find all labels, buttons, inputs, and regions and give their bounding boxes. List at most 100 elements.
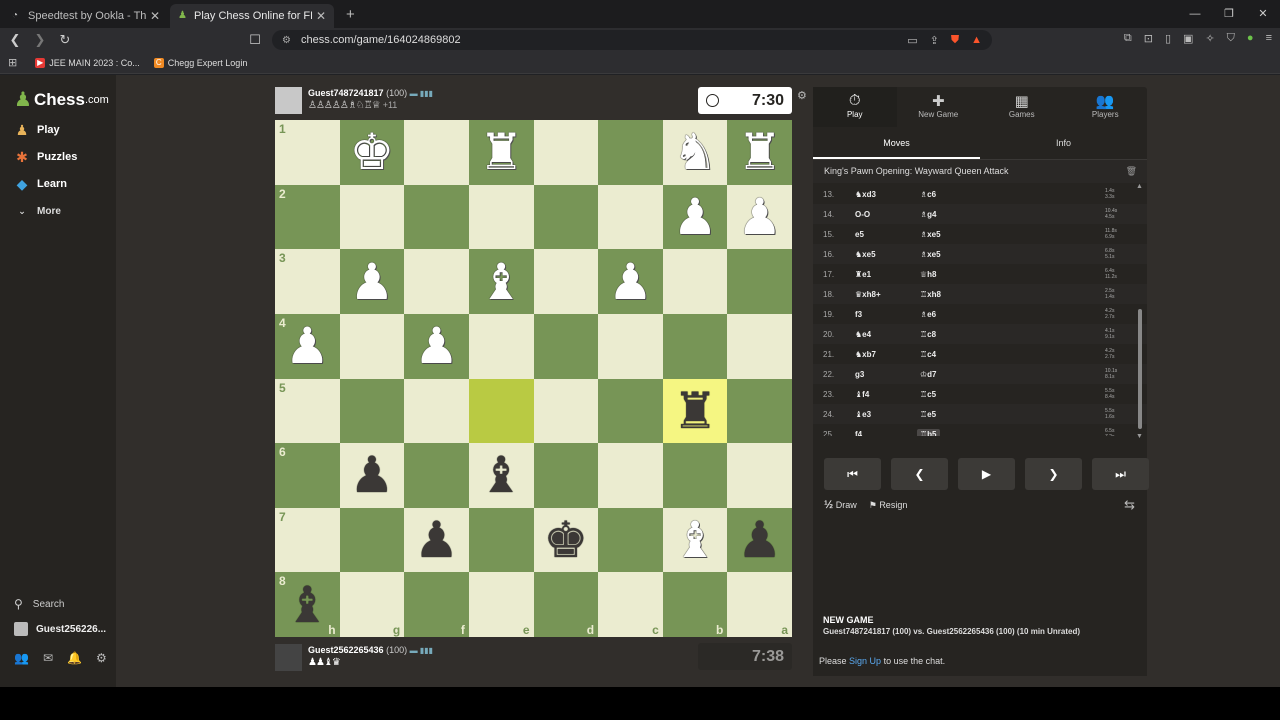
square[interactable]: [468, 313, 534, 379]
square[interactable]: [662, 443, 728, 508]
square[interactable]: [533, 120, 599, 185]
square[interactable]: ♚: [339, 120, 405, 185]
notifications-icon[interactable]: 🔔: [67, 651, 82, 665]
scrollbar-thumb[interactable]: [1138, 309, 1142, 429]
board-settings-icon[interactable]: ⚙: [797, 89, 807, 102]
browser-tab-speedtest[interactable]: ◔ Speedtest by Ookla - The Global Broa ✕: [4, 4, 168, 28]
white-move[interactable]: ♜e1: [855, 270, 871, 279]
bottom-player-name[interactable]: Guest2562265436 (100) ▬ ▮▮▮: [308, 645, 433, 655]
square[interactable]: [598, 507, 663, 573]
avatar[interactable]: [275, 87, 302, 114]
top-player-name[interactable]: Guest7487241817 (100) ▬ ▮▮▮: [308, 88, 433, 98]
black-pawn-icon[interactable]: ♟: [350, 450, 395, 500]
reload-icon[interactable]: ↻: [55, 32, 75, 48]
square[interactable]: [662, 249, 728, 314]
friends-icon[interactable]: 👥: [14, 651, 29, 665]
chess-logo[interactable]: ♟ Chess .com: [14, 87, 109, 112]
subtab-moves[interactable]: Moves: [813, 127, 980, 159]
menu-icon[interactable]: ≡: [1266, 32, 1272, 45]
tab-players[interactable]: 👥 Players: [1064, 87, 1148, 127]
square[interactable]: [339, 184, 405, 250]
white-rook-icon[interactable]: ♜: [737, 127, 782, 177]
square[interactable]: [727, 313, 792, 379]
nav-learn[interactable]: ◆ Learn: [14, 176, 67, 192]
square[interactable]: ♟: [662, 184, 728, 250]
white-pawn-icon[interactable]: ♟: [737, 192, 782, 242]
square[interactable]: [468, 184, 534, 250]
draw-button[interactable]: ½ Draw: [824, 499, 857, 511]
leo-icon[interactable]: ✧: [1205, 32, 1214, 45]
vpn-icon[interactable]: ⛉: [1227, 32, 1235, 45]
profile-icon[interactable]: ●: [1247, 32, 1254, 45]
white-pawn-icon[interactable]: ♟: [608, 257, 653, 307]
scroll-up-icon[interactable]: ▲: [1136, 183, 1143, 190]
white-move[interactable]: ♞xb7: [855, 350, 876, 359]
square[interactable]: [339, 507, 405, 573]
white-move[interactable]: ♞xe5: [855, 250, 876, 259]
new-tab-button[interactable]: +: [336, 4, 365, 28]
play-button[interactable]: ▶: [958, 458, 1015, 490]
square[interactable]: [468, 378, 534, 444]
restore-icon[interactable]: ❐: [1212, 0, 1246, 28]
avatar[interactable]: [275, 644, 302, 671]
square[interactable]: 5: [275, 378, 340, 444]
white-move[interactable]: f3: [855, 310, 862, 319]
black-bishop-icon[interactable]: ♝: [285, 580, 330, 630]
square[interactable]: e: [468, 572, 534, 637]
cast-icon[interactable]: ▭: [907, 34, 917, 47]
white-move[interactable]: O-O: [855, 210, 870, 219]
screenshot-icon[interactable]: ⊡: [1144, 32, 1153, 45]
black-move[interactable]: ♕h8: [920, 270, 937, 279]
nav-play[interactable]: ♟ Play: [14, 122, 60, 138]
square[interactable]: ♜: [727, 120, 792, 185]
square[interactable]: [404, 184, 469, 250]
black-move[interactable]: ♖e5: [920, 410, 936, 419]
trash-icon[interactable]: 🗑: [1126, 160, 1137, 183]
close-tab-icon[interactable]: ✕: [150, 9, 160, 23]
square[interactable]: 6: [275, 443, 340, 508]
nav-puzzles[interactable]: ✱ Puzzles: [14, 149, 77, 165]
nav-more[interactable]: ⌄ More: [14, 203, 61, 219]
black-move[interactable]: ♖xh8: [920, 290, 941, 299]
back-icon[interactable]: ❮: [5, 32, 25, 48]
black-move[interactable]: ♖b5: [917, 428, 940, 436]
square[interactable]: [404, 249, 469, 314]
square[interactable]: ♜: [662, 378, 728, 444]
square[interactable]: ♟: [404, 507, 469, 573]
square[interactable]: ♝: [468, 249, 534, 314]
white-move[interactable]: ♝e3: [855, 410, 871, 419]
square[interactable]: 1: [275, 120, 340, 185]
tab-play[interactable]: ⏱ Play: [813, 87, 897, 127]
white-move[interactable]: ♛xh8+: [855, 290, 881, 299]
white-pawn-icon[interactable]: ♟: [414, 321, 459, 371]
square[interactable]: [727, 378, 792, 444]
square[interactable]: ♝: [662, 507, 728, 573]
square[interactable]: [598, 120, 663, 185]
square[interactable]: 8 h ♝: [275, 572, 340, 637]
extensions-icon[interactable]: ⧉: [1124, 32, 1132, 45]
nav-search[interactable]: ⚲ Search: [14, 597, 64, 611]
white-bishop-icon[interactable]: ♝: [673, 515, 718, 565]
square[interactable]: ♟: [339, 443, 405, 508]
square[interactable]: 3: [275, 249, 340, 314]
minimize-icon[interactable]: —: [1178, 0, 1212, 28]
apps-grid-icon[interactable]: ⊞: [8, 56, 17, 69]
square[interactable]: 4 ♟: [275, 313, 340, 379]
site-info-icon[interactable]: ⚙: [282, 35, 291, 46]
resign-button[interactable]: ⚑ Resign: [869, 500, 908, 511]
square[interactable]: ♟: [339, 249, 405, 314]
square[interactable]: [533, 249, 599, 314]
square[interactable]: [533, 378, 599, 444]
square[interactable]: [339, 313, 405, 379]
square[interactable]: ♟: [727, 507, 792, 573]
black-move[interactable]: ♖c5: [920, 390, 936, 399]
prev-move-button[interactable]: ❮: [891, 458, 948, 490]
square[interactable]: [533, 443, 599, 508]
brave-rewards-icon[interactable]: ▲: [971, 34, 982, 47]
square[interactable]: [404, 443, 469, 508]
white-pawn-icon[interactable]: ♟: [285, 321, 330, 371]
square[interactable]: c: [598, 572, 663, 637]
square[interactable]: 7: [275, 507, 340, 573]
settings-gear-icon[interactable]: ⚙: [96, 651, 107, 665]
close-tab-icon[interactable]: ✕: [316, 9, 326, 23]
